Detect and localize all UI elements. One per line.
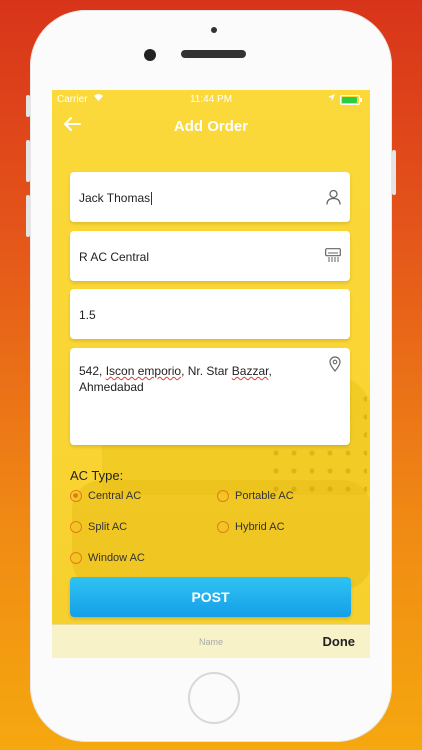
radio-indicator [217,521,229,533]
ton-field-value: 1.5 [79,308,96,322]
home-button[interactable] [188,672,240,724]
status-bar: Carrier 11:44 PM [52,90,370,110]
location-pin-icon [329,356,341,377]
radio-indicator [217,490,229,502]
text-caret [151,192,153,206]
nav-bar: Add Order [52,112,370,142]
earpiece-speaker [181,50,246,58]
air-conditioner-icon [325,248,341,268]
name-field[interactable]: Jack Thomas [70,172,350,222]
address-field[interactable]: 542, Iscon emporio, Nr. Star Bazzar, Ahm… [70,348,350,445]
post-button[interactable]: POST [70,577,351,617]
ton-field[interactable]: 1.5 [70,289,350,339]
sensor-dot [211,27,217,33]
status-time: 11:44 PM [189,94,233,105]
volume-up-button [26,140,30,182]
mute-switch [26,95,30,117]
front-camera [144,49,156,61]
radio-label: Central AC [88,490,142,502]
name-field-value: Jack Thomas [79,191,153,206]
battery-icon [340,95,362,105]
radio-central-ac[interactable]: Central AC [70,490,141,502]
power-button [392,150,396,195]
radio-label: Portable AC [235,490,294,502]
location-arrow-icon [327,93,336,104]
product-field[interactable]: R AC Central [70,231,350,281]
radio-window-ac[interactable]: Window AC [70,552,145,564]
radio-selected-indicator [70,490,82,502]
ac-type-label: AC Type: [70,468,124,483]
page-title: Add Order [173,118,249,135]
user-icon [326,189,341,210]
radio-portable-ac[interactable]: Portable AC [217,490,294,502]
radio-hybrid-ac[interactable]: Hybrid AC [217,521,285,533]
done-button[interactable]: Done [323,634,356,649]
address-field-value: 542, Iscon emporio, Nr. Star Bazzar, Ahm… [79,364,272,394]
radio-label: Hybrid AC [235,521,285,533]
radio-split-ac[interactable]: Split AC [70,521,127,533]
radio-label: Split AC [88,521,128,533]
volume-down-button [26,195,30,237]
radio-indicator [70,552,82,564]
product-field-value: R AC Central [79,250,150,264]
keyboard-accessory-bar: Name Done [52,624,370,658]
app-screen: Carrier 11:44 PM Add Order Jack Thomas R… [52,90,370,658]
radio-indicator [70,521,82,533]
radio-label: Window AC [88,552,145,564]
